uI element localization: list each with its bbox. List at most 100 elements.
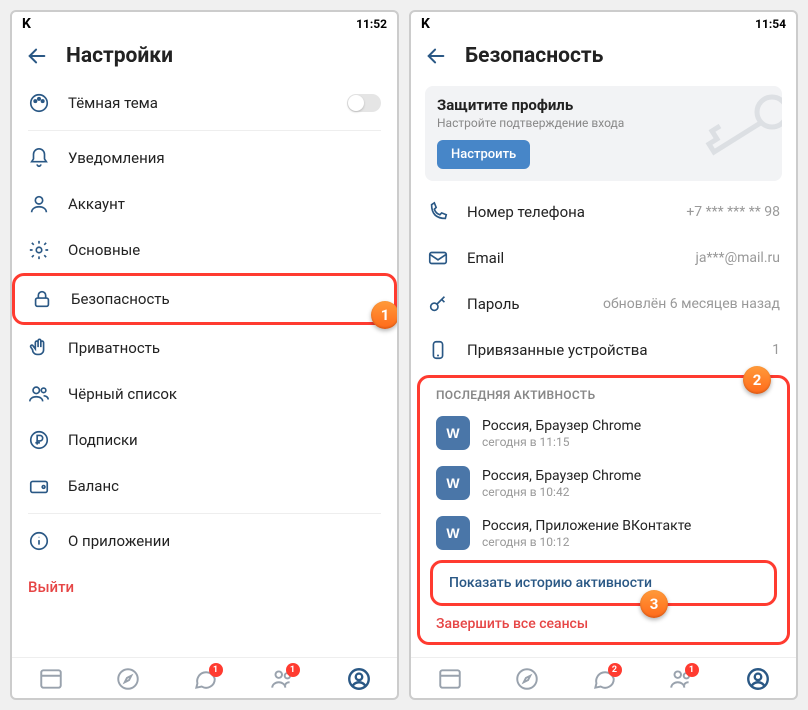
sidebar-item-balance[interactable]: Баланс (12, 463, 397, 509)
divider (28, 130, 381, 131)
status-bar: K 11:52 (12, 12, 397, 34)
session-row[interactable]: W Россия, Браузер Chrome сегодня в 10:42 (420, 458, 787, 508)
highlight-step-3: Показать историю активности (430, 560, 777, 606)
protect-profile-card: Защитите профиль Настройте подтверждение… (425, 86, 782, 181)
nav-news-icon[interactable] (38, 666, 64, 692)
session-time: сегодня в 11:15 (482, 435, 771, 449)
status-bar: K 11:54 (411, 12, 796, 34)
status-time: 11:52 (356, 17, 387, 31)
gear-icon (28, 239, 50, 261)
sidebar-item-privacy[interactable]: Приватность (12, 325, 397, 371)
status-time: 11:54 (755, 17, 786, 31)
step-3-badge: 3 (640, 590, 668, 618)
users-slash-icon (28, 383, 50, 405)
key-icon (684, 90, 782, 164)
vk-app-icon: W (436, 416, 470, 450)
hand-icon (28, 337, 50, 359)
status-app-letter: K (22, 16, 31, 32)
bell-icon (28, 147, 50, 169)
wallet-icon (28, 475, 50, 497)
lock-icon (31, 288, 53, 310)
page-title: Настройки (66, 44, 173, 68)
screen-settings: K 11:52 Настройки Тёмная тема Уведомлени… (10, 10, 399, 700)
screen-security: K 11:54 Безопасность Защитите профиль На… (409, 10, 798, 700)
divider (28, 513, 381, 514)
item-label: О приложении (68, 532, 170, 550)
activity-section-title: ПОСЛЕДНЯЯ АКТИВНОСТЬ (420, 378, 787, 408)
nav-news-icon[interactable] (437, 666, 463, 692)
dark-mode-toggle[interactable] (347, 94, 381, 112)
item-label: Безопасность (71, 290, 170, 308)
nav-messages-icon[interactable]: 2 (591, 666, 617, 692)
item-label: Аккаунт (68, 195, 125, 213)
sidebar-item-blacklist[interactable]: Чёрный список (12, 371, 397, 417)
devices-icon (427, 339, 449, 361)
devices-label: Привязанные устройства (467, 341, 648, 359)
sidebar-item-general[interactable]: Основные (12, 227, 397, 273)
item-label: Чёрный список (68, 385, 177, 403)
nav-profile-icon[interactable] (745, 666, 771, 692)
email-row[interactable]: Email ja***@mail.ru (411, 235, 796, 281)
info-icon (28, 530, 50, 552)
key-icon (427, 293, 449, 315)
step-2-badge: 2 (743, 366, 771, 394)
header: Настройки (12, 34, 397, 80)
header: Безопасность (411, 34, 796, 80)
session-row[interactable]: W Россия, Браузер Chrome сегодня в 11:15 (420, 408, 787, 458)
sidebar-item-subscriptions[interactable]: Подписки (12, 417, 397, 463)
nav-profile-icon[interactable] (346, 666, 372, 692)
item-label: Уведомления (68, 149, 165, 167)
nav-messages-icon[interactable]: 1 (192, 666, 218, 692)
phone-label: Номер телефона (467, 203, 585, 221)
step-1-badge: 1 (371, 301, 397, 329)
phone-value: +7 *** *** ** 98 (686, 204, 780, 220)
dark-mode-label: Тёмная тема (68, 94, 158, 112)
bottom-nav: 2 1 (411, 657, 796, 698)
friends-badge: 1 (685, 663, 699, 677)
settings-list: Тёмная тема Уведомления Аккаунт Основные… (12, 80, 397, 657)
back-icon[interactable] (26, 45, 48, 67)
highlight-step-1: Безопасность (12, 273, 397, 325)
email-value: ja***@mail.ru (696, 250, 780, 266)
mail-icon (427, 247, 449, 269)
vk-app-icon: W (436, 516, 470, 550)
item-label: Баланс (68, 477, 119, 495)
password-row[interactable]: Пароль обновлён 6 месяцев назад (411, 281, 796, 327)
ruble-icon (28, 429, 50, 451)
sidebar-item-about[interactable]: О приложении (12, 518, 397, 564)
logout-button[interactable]: Выйти (12, 564, 397, 610)
status-app-letter: K (421, 16, 430, 32)
dark-mode-row[interactable]: Тёмная тема (12, 80, 397, 126)
nav-discover-icon[interactable] (115, 666, 141, 692)
item-label: Основные (68, 241, 140, 259)
vk-app-icon: W (436, 466, 470, 500)
nav-discover-icon[interactable] (514, 666, 540, 692)
devices-row[interactable]: Привязанные устройства 1 (411, 327, 796, 373)
session-time: сегодня в 10:12 (482, 535, 771, 549)
sidebar-item-notifications[interactable]: Уведомления (12, 135, 397, 181)
session-name: Россия, Приложение ВКонтакте (482, 518, 771, 534)
protect-configure-button[interactable]: Настроить (437, 140, 530, 169)
session-row[interactable]: W Россия, Приложение ВКонтакте сегодня в… (420, 508, 787, 558)
palette-icon (28, 92, 50, 114)
sidebar-item-security[interactable]: Безопасность (15, 276, 394, 322)
show-activity-history-link[interactable]: Показать историю активности (433, 563, 774, 603)
end-all-sessions-link[interactable]: Завершить все сеансы (420, 606, 787, 642)
password-label: Пароль (467, 295, 520, 313)
session-time: сегодня в 10:42 (482, 485, 771, 499)
user-icon (28, 193, 50, 215)
security-content: Защитите профиль Настройте подтверждение… (411, 80, 796, 657)
nav-friends-icon[interactable]: 1 (269, 666, 295, 692)
messages-badge: 2 (608, 663, 622, 677)
messages-badge: 1 (209, 663, 223, 677)
highlight-step-2: 2 ПОСЛЕДНЯЯ АКТИВНОСТЬ W Россия, Браузер… (417, 375, 790, 645)
nav-friends-icon[interactable]: 1 (668, 666, 694, 692)
sidebar-item-account[interactable]: Аккаунт (12, 181, 397, 227)
bottom-nav: 1 1 (12, 657, 397, 698)
devices-value: 1 (772, 342, 780, 358)
back-icon[interactable] (425, 45, 447, 67)
email-label: Email (467, 249, 504, 267)
phone-row[interactable]: Номер телефона +7 *** *** ** 98 (411, 189, 796, 235)
session-name: Россия, Браузер Chrome (482, 468, 771, 484)
phone-icon (427, 201, 449, 223)
